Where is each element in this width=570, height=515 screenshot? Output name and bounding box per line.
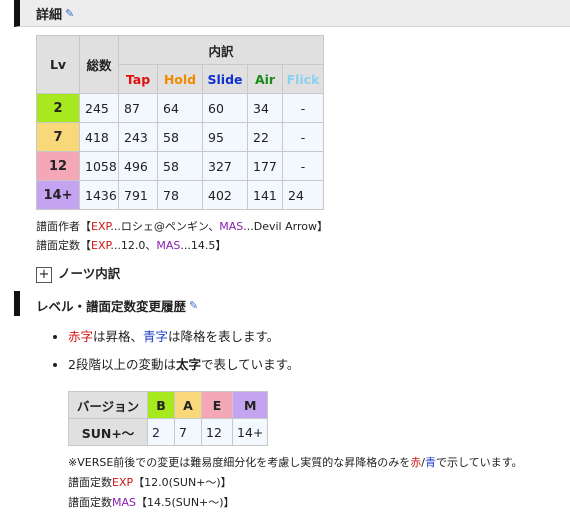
flick-cell: - — [282, 151, 324, 181]
total-cell: 1058 — [79, 151, 119, 181]
e-cell: 12 — [201, 418, 233, 446]
lv-cell: 7 — [36, 122, 80, 152]
mas-tag: MAS — [219, 220, 244, 233]
chart-author-line: 譜面作者【EXP...ロシェ@ペンギン、MAS...Devil Arrow】 — [36, 220, 328, 233]
breakdown-header: 内訳 — [118, 35, 324, 65]
col-tap: Tap — [118, 64, 158, 94]
exp-tag: EXP — [112, 476, 134, 489]
expand-icon[interactable]: + — [36, 267, 52, 283]
total-header: 総数 — [79, 35, 119, 94]
section-header-history: レベル・譜面定数変更履歴 ✎ — [14, 291, 570, 316]
mas-tag: MAS — [112, 496, 136, 509]
pencil-icon[interactable]: ✎ — [189, 299, 198, 312]
total-cell: 245 — [79, 93, 119, 123]
slide-cell: 95 — [202, 122, 248, 152]
list-item: 2段階以上の変動は太字で表しています。 — [68, 354, 299, 373]
total-cell: 418 — [79, 122, 119, 152]
air-cell: 177 — [247, 151, 283, 181]
notes-count-table: Lv 総数 内訳 Tap Hold Slide Air Flick 2 245 … — [36, 35, 324, 210]
slide-cell: 327 — [202, 151, 248, 181]
air-cell: 22 — [247, 122, 283, 152]
col-air: Air — [247, 64, 283, 94]
col-slide: Slide — [202, 64, 248, 94]
hold-cell: 78 — [157, 180, 203, 210]
exp-constant-history: 譜面定数EXP【12.0(SUN+～)】 — [68, 476, 232, 489]
mas-constant-history: 譜面定数MAS【14.5(SUN+～)】 — [68, 496, 235, 509]
table-row: 12 1058 496 58 327 177 - — [36, 151, 324, 181]
toggle-label: ノーツ内訳 — [58, 266, 121, 281]
slide-cell: 60 — [202, 93, 248, 123]
tap-cell: 243 — [118, 122, 158, 152]
col-b: B — [147, 391, 175, 419]
b-cell: 2 — [147, 418, 175, 446]
col-hold: Hold — [157, 64, 203, 94]
col-flick: Flick — [282, 64, 324, 94]
col-e: E — [201, 391, 233, 419]
verse-footnote: ※VERSE前後での変更は難易度細分化を考慮し実質的な昇降格のみを赤/青で示して… — [68, 456, 523, 469]
notes-breakdown-toggle[interactable]: + ノーツ内訳 — [36, 263, 120, 283]
section-title: 詳細 ✎ — [36, 7, 75, 23]
exp-tag: EXP — [91, 239, 111, 252]
table-row: 7 418 243 58 95 22 - — [36, 122, 324, 152]
table-row: 14+ 1436 791 78 402 141 24 — [36, 180, 324, 210]
tap-cell: 791 — [118, 180, 158, 210]
hold-cell: 58 — [157, 151, 203, 181]
version-label: SUN+～ — [68, 418, 148, 446]
chart-constant-line: 譜面定数【EXP...12.0、MAS...14.5】 — [36, 239, 227, 252]
exp-tag: EXP — [91, 220, 111, 233]
flick-cell: - — [282, 93, 324, 123]
table-row: 2 245 87 64 60 34 - — [36, 93, 324, 123]
hold-cell: 64 — [157, 93, 203, 123]
legend-list: 赤字は昇格、青字は降格を表します。 2段階以上の変動は太字で表しています。 — [54, 326, 299, 382]
version-header: バージョン — [68, 391, 148, 419]
tap-cell: 496 — [118, 151, 158, 181]
lv-cell: 14+ — [36, 180, 80, 210]
col-a: A — [174, 391, 202, 419]
a-cell: 7 — [174, 418, 202, 446]
slide-cell: 402 — [202, 180, 248, 210]
hold-cell: 58 — [157, 122, 203, 152]
lv-cell: 2 — [36, 93, 80, 123]
pencil-icon[interactable]: ✎ — [65, 7, 74, 20]
mas-tag: MAS — [156, 239, 181, 252]
table-row: SUN+～ 2 7 12 14+ — [68, 418, 269, 446]
m-cell: 14+ — [231, 418, 269, 446]
version-table: バージョン B A E M SUN+～ 2 7 12 14+ — [68, 391, 269, 446]
col-m: M — [231, 391, 269, 419]
section-title: レベル・譜面定数変更履歴 ✎ — [36, 299, 199, 314]
list-item: 赤字は昇格、青字は降格を表します。 — [68, 326, 299, 345]
air-cell: 141 — [247, 180, 283, 210]
total-cell: 1436 — [79, 180, 119, 210]
air-cell: 34 — [247, 93, 283, 123]
lv-cell: 12 — [36, 151, 80, 181]
flick-cell: 24 — [282, 180, 324, 210]
tap-cell: 87 — [118, 93, 158, 123]
lv-header: Lv — [36, 35, 80, 94]
flick-cell: - — [282, 122, 324, 152]
section-header-details: 詳細 ✎ — [14, 0, 570, 27]
